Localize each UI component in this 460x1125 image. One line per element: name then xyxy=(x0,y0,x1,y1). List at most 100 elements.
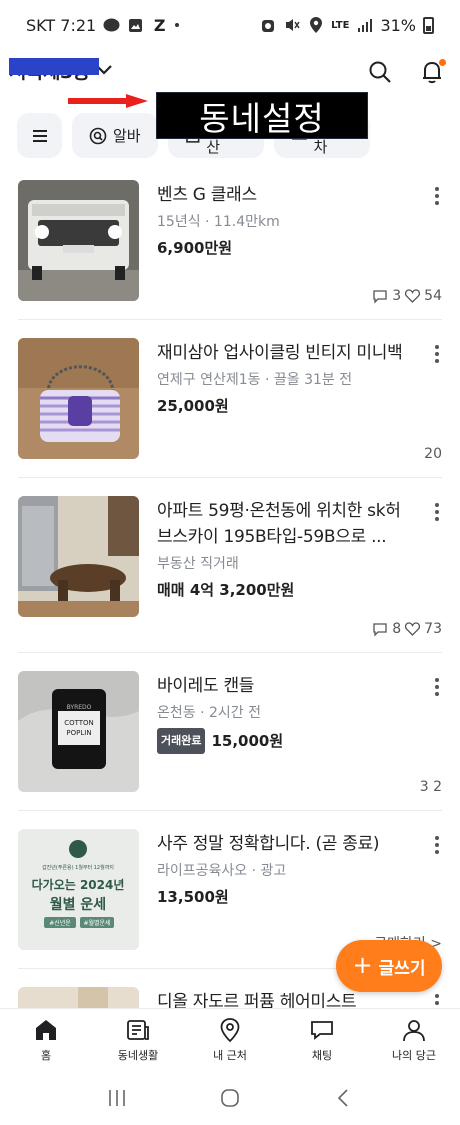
item-thumbnail xyxy=(18,180,139,301)
chat-count: 3 2 xyxy=(419,779,442,795)
item-body: 사주 정말 정확합니다. (곧 종료) 라이프공육사오 · 광고 13,500원 xyxy=(157,831,412,908)
recent-apps-button[interactable] xyxy=(97,1078,137,1118)
item-stats: 20 xyxy=(424,446,442,462)
chat-count: 20 xyxy=(424,446,442,462)
more-options-button[interactable] xyxy=(428,342,446,366)
battery-percent: 31% xyxy=(380,15,416,35)
home-circle-icon xyxy=(221,1088,239,1107)
z-app-icon: Z xyxy=(153,15,166,35)
status-badge: 거래완료 xyxy=(157,728,206,754)
list-item[interactable]: 벤츠 G 클래스 15년식 · 11.4만km 6,900만원 3 54 xyxy=(18,162,442,320)
search-icon xyxy=(369,61,391,83)
location-selector[interactable]: 서북제3동 xyxy=(9,57,113,84)
home-icon xyxy=(36,1019,56,1040)
price-text: 6,900만원 xyxy=(157,239,233,257)
location-status-icon xyxy=(307,17,324,34)
notification-dot xyxy=(439,59,446,66)
back-button[interactable] xyxy=(323,1078,363,1118)
nav-label: 내 근처 xyxy=(213,1048,247,1062)
item-body: 아파트 59평·온천동에 위치한 sk허브스카이 195B타입-59B으로 ..… xyxy=(157,498,412,601)
item-thumbnail xyxy=(18,987,139,1008)
item-thumbnail xyxy=(18,338,139,459)
nav-home[interactable]: 홈 xyxy=(0,1009,92,1070)
item-title: 사주 정말 정확합니다. (곧 종료) xyxy=(157,834,380,854)
signal-icon xyxy=(356,17,373,34)
more-options-button[interactable] xyxy=(428,675,446,699)
search-icon xyxy=(89,127,107,144)
location-redaction xyxy=(9,58,99,75)
chip-job[interactable]: 알바 xyxy=(72,113,158,158)
nav-my[interactable]: 나의 당근 xyxy=(368,1009,460,1070)
comment-count: 3 xyxy=(392,288,402,304)
search-button[interactable] xyxy=(366,58,394,86)
write-post-button[interactable]: + 글쓰기 xyxy=(336,940,442,992)
saju-tag2: #월별운세 xyxy=(83,919,110,927)
more-notifications-dot xyxy=(175,23,180,27)
more-options-button[interactable] xyxy=(428,833,446,857)
item-price: 거래완료 15,000원 xyxy=(157,728,412,754)
carrier-time: SKT 7:21 xyxy=(26,15,97,35)
status-bar: SKT 7:21 Z LTE 31% xyxy=(0,0,460,50)
location-pin-icon xyxy=(220,1017,240,1042)
like-count: 54 xyxy=(424,288,442,304)
heart-icon xyxy=(405,622,421,636)
more-options-button[interactable] xyxy=(428,991,446,1008)
write-post-label: 글쓰기 xyxy=(378,958,426,979)
list-item[interactable]: BYREDO COTTON POPLIN 바이레도 캔들 온천동 · 2시간 전… xyxy=(18,653,442,811)
item-stats: 3 2 xyxy=(420,779,442,795)
item-title: 바이레도 캔들 xyxy=(157,676,255,696)
item-price: 매매 4억 3,200만원 xyxy=(157,579,412,601)
item-thumbnail: BYREDO COTTON POPLIN xyxy=(18,671,139,792)
annotation-label: 동네설정 xyxy=(156,92,368,139)
chat-icon xyxy=(311,1020,333,1040)
chip-menu[interactable] xyxy=(17,113,62,158)
item-meta: 온천동 · 2시간 전 xyxy=(157,705,261,721)
comment-icon xyxy=(373,289,387,304)
app-header: 서북제3동 xyxy=(0,52,460,92)
recent-apps-icon xyxy=(108,1089,125,1106)
nav-community[interactable]: 동네생활 xyxy=(92,1009,184,1070)
system-nav xyxy=(0,1070,460,1125)
item-price: 13,500원 xyxy=(157,886,412,908)
price-text: 15,000원 xyxy=(211,732,284,750)
talk-icon xyxy=(103,17,120,34)
saju-top: 갑진년(푸른용) 1월부터 12월까지 xyxy=(42,864,114,871)
nav-chat[interactable]: 채팅 xyxy=(276,1009,368,1070)
item-meta: 15년식 · 11.4만km xyxy=(157,214,280,230)
product-list: 벤츠 G 클래스 15년식 · 11.4만km 6,900만원 3 54 재미삼… xyxy=(0,162,460,1008)
comment-count: 8 xyxy=(392,621,402,637)
nav-label: 나의 당근 xyxy=(392,1048,436,1062)
home-system-button[interactable] xyxy=(210,1078,250,1118)
more-options-button[interactable] xyxy=(428,500,446,524)
status-left: SKT 7:21 Z xyxy=(26,15,180,35)
item-meta: 부동산 직거래 xyxy=(157,556,239,572)
nav-label: 동네생활 xyxy=(117,1048,159,1062)
item-title: 벤츠 G 클래스 xyxy=(157,185,257,205)
item-meta: 연제구 연산제1동 · 끌올 31분 전 xyxy=(157,372,353,388)
network-type: LTE xyxy=(331,19,350,31)
mute-icon xyxy=(283,17,300,34)
saju-line1: 다가오는 2024년 xyxy=(32,877,125,892)
price-text: 13,500원 xyxy=(157,888,229,906)
item-meta: 라이프공육사오 · 광고 xyxy=(157,863,287,879)
price-text: 25,000원 xyxy=(157,397,229,415)
plus-icon: + xyxy=(352,951,373,979)
item-price: 6,900만원 xyxy=(157,237,412,259)
like-count: 73 xyxy=(424,621,442,637)
item-title: 재미삼아 업사이클링 빈티지 미니백 xyxy=(157,343,403,363)
item-body: 바이레도 캔들 온천동 · 2시간 전 거래완료 15,000원 xyxy=(157,673,412,754)
comment-icon xyxy=(373,622,387,637)
notification-button[interactable] xyxy=(418,58,446,86)
nav-nearby[interactable]: 내 근처 xyxy=(184,1009,276,1070)
nav-label: 홈 xyxy=(40,1048,52,1062)
item-thumbnail xyxy=(18,496,139,617)
more-options-button[interactable] xyxy=(428,184,446,208)
profile-icon xyxy=(403,1019,425,1041)
item-body: 벤츠 G 클래스 15년식 · 11.4만km 6,900만원 xyxy=(157,182,412,259)
chip-label: 알바 xyxy=(113,127,141,145)
list-item[interactable]: 재미삼아 업사이클링 빈티지 미니백 연제구 연산제1동 · 끌올 31분 전 … xyxy=(18,320,442,478)
candle-brand: BYREDO xyxy=(67,704,92,711)
candle-name-1: COTTON xyxy=(64,719,94,727)
heart-icon xyxy=(405,289,421,303)
list-item[interactable]: 아파트 59평·온천동에 위치한 sk허브스카이 195B타입-59B으로 ..… xyxy=(18,478,442,653)
